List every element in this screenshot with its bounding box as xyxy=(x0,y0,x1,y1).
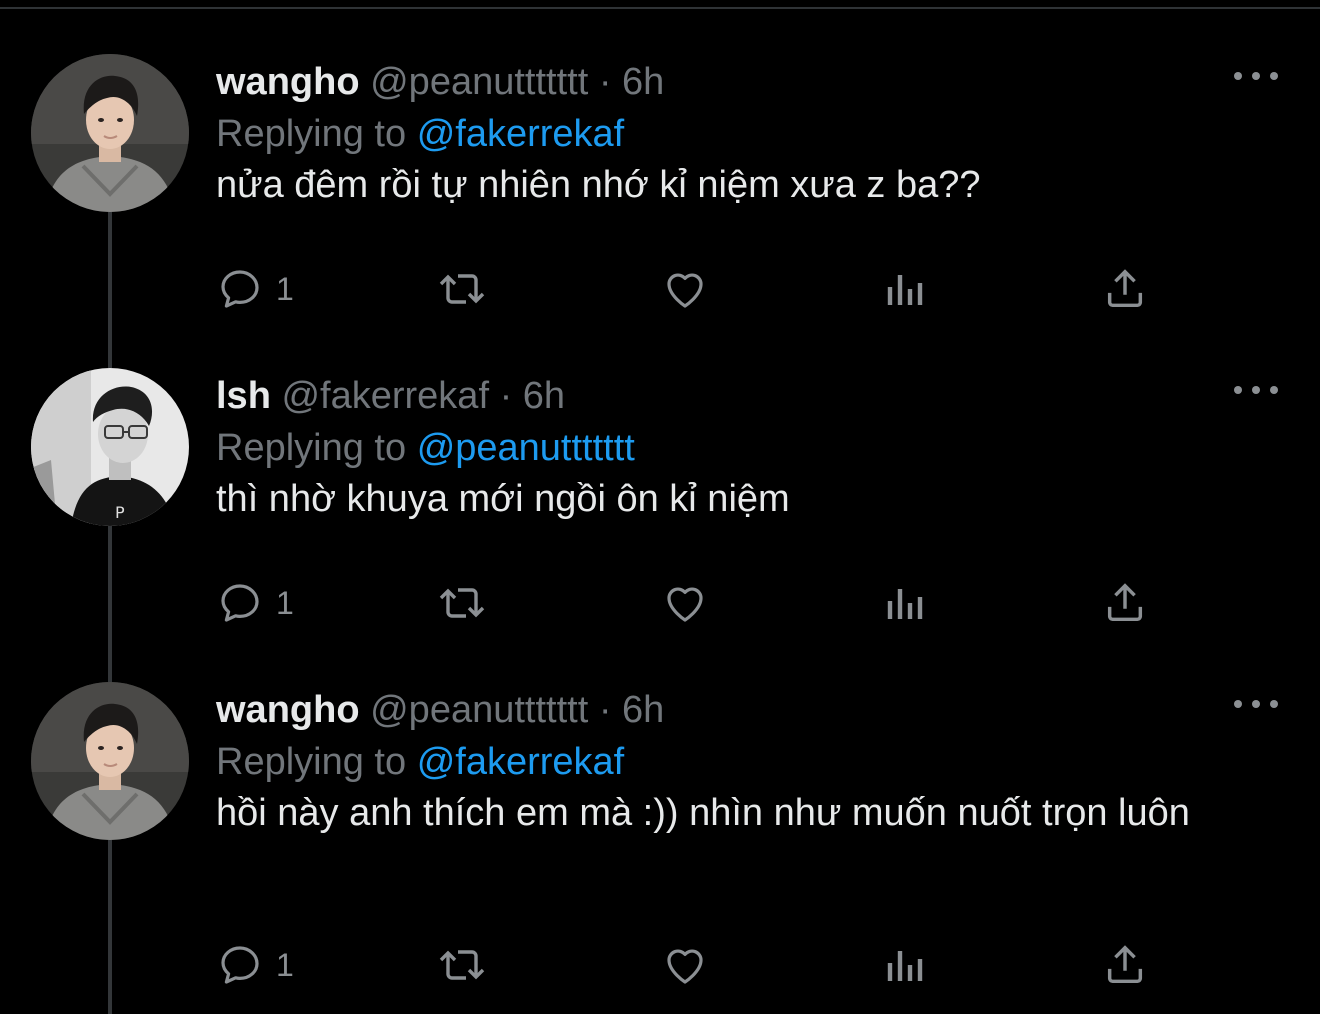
share-upload-icon xyxy=(1107,583,1143,622)
tweet-text: thì nhờ khuya mới ngồi ôn kỉ niệm xyxy=(216,478,790,520)
retweet-icon xyxy=(439,588,485,618)
reply-bubble-icon xyxy=(221,584,259,622)
replying-to: Replying to @fakerrekaf xyxy=(216,740,624,784)
heart-icon xyxy=(667,949,703,984)
reply-count: 1 xyxy=(276,946,294,983)
separator-dot: · xyxy=(499,375,513,417)
reply-count: 1 xyxy=(276,584,294,621)
reply-count: 1 xyxy=(276,270,294,307)
tweet-text: nửa đêm rồi tự nhiên nhớ kỉ niệm xưa z b… xyxy=(216,164,981,206)
more-dots-icon[interactable] xyxy=(1234,384,1278,396)
svg-text:P: P xyxy=(115,503,125,522)
user-handle[interactable]: @fakerrekaf xyxy=(281,375,489,417)
like-button[interactable] xyxy=(660,940,710,990)
share-button[interactable] xyxy=(1102,578,1148,628)
heart-icon xyxy=(667,587,703,622)
display-name[interactable]: wangho xyxy=(216,689,360,731)
mention-link[interactable]: @peanuttttttt xyxy=(417,427,635,469)
tweet-actions: 1 xyxy=(216,578,1156,628)
share-button[interactable] xyxy=(1102,264,1148,314)
like-button[interactable] xyxy=(660,264,710,314)
retweet-button[interactable] xyxy=(436,578,488,628)
retweet-icon xyxy=(439,274,485,304)
reply-button[interactable]: 1 xyxy=(216,940,294,990)
heart-icon xyxy=(667,273,703,308)
replying-label: Replying to xyxy=(216,427,407,469)
share-upload-icon xyxy=(1107,269,1143,308)
views-button[interactable] xyxy=(884,578,928,628)
replying-label: Replying to xyxy=(216,113,407,155)
separator-dot: · xyxy=(598,689,612,731)
display-name[interactable]: wangho xyxy=(216,61,360,103)
replying-to: Replying to @peanuttttttt xyxy=(216,426,635,470)
avatar[interactable] xyxy=(31,54,189,212)
views-button[interactable] xyxy=(884,264,928,314)
reply-button[interactable]: 1 xyxy=(216,264,294,314)
tweet-text: hồi này anh thích em mà :)) nhìn như muố… xyxy=(216,792,1190,834)
timestamp[interactable]: 6h xyxy=(622,689,664,731)
avatar[interactable]: P xyxy=(31,368,189,526)
tweet-header: wangho @peanuttttttt · 6h xyxy=(216,688,664,732)
tweet-header: lsh @fakerrekaf · 6h xyxy=(216,374,565,418)
reply-bubble-icon xyxy=(221,946,259,984)
retweet-icon xyxy=(439,950,485,980)
share-upload-icon xyxy=(1107,945,1143,984)
analytics-bars-icon xyxy=(887,275,923,305)
top-divider xyxy=(0,0,1320,9)
like-button[interactable] xyxy=(660,578,710,628)
display-name[interactable]: lsh xyxy=(216,375,271,417)
tweet[interactable]: wangho @peanuttttttt · 6h Replying to @f… xyxy=(0,54,1320,354)
timestamp[interactable]: 6h xyxy=(523,375,565,417)
tweet[interactable]: wangho @peanuttttttt · 6h Replying to @f… xyxy=(0,682,1320,1014)
avatar[interactable] xyxy=(31,682,189,840)
retweet-button[interactable] xyxy=(436,264,488,314)
replying-to: Replying to @fakerrekaf xyxy=(216,112,624,156)
analytics-bars-icon xyxy=(887,589,923,619)
retweet-button[interactable] xyxy=(436,940,488,990)
analytics-bars-icon xyxy=(887,951,923,981)
thread-view: wangho @peanuttttttt · 6h Replying to @f… xyxy=(0,0,1320,1014)
more-dots-icon[interactable] xyxy=(1234,70,1278,82)
mention-link[interactable]: @fakerrekaf xyxy=(417,113,625,155)
reply-bubble-icon xyxy=(221,270,259,308)
views-button[interactable] xyxy=(884,940,928,990)
separator-dot: · xyxy=(598,61,612,103)
user-handle[interactable]: @peanuttttttt xyxy=(370,61,588,103)
tweet-header: wangho @peanuttttttt · 6h xyxy=(216,60,664,104)
timestamp[interactable]: 6h xyxy=(622,61,664,103)
more-dots-icon[interactable] xyxy=(1234,698,1278,710)
mention-link[interactable]: @fakerrekaf xyxy=(417,741,625,783)
user-handle[interactable]: @peanuttttttt xyxy=(370,689,588,731)
tweet[interactable]: P lsh @fakerrekaf · 6h Replying to @pean… xyxy=(0,368,1320,668)
reply-button[interactable]: 1 xyxy=(216,578,294,628)
tweet-actions: 1 xyxy=(216,264,1156,314)
replying-label: Replying to xyxy=(216,741,407,783)
share-button[interactable] xyxy=(1102,940,1148,990)
tweet-actions: 1 xyxy=(216,940,1156,990)
